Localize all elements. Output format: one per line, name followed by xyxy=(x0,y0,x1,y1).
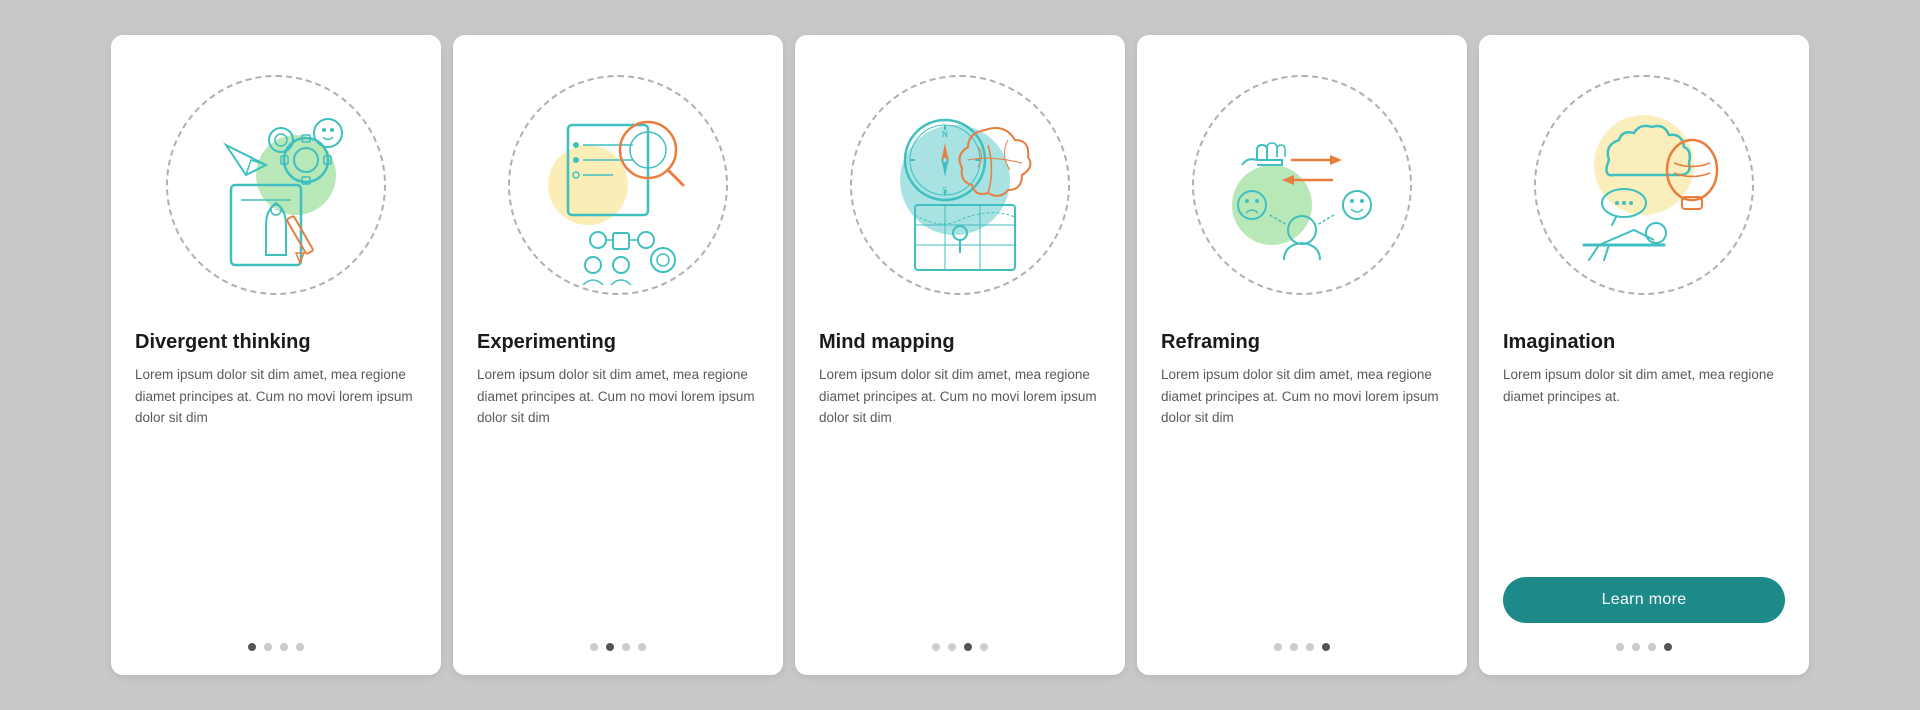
card-2-dots xyxy=(477,643,759,651)
card-4-title: Reframing xyxy=(1161,331,1443,354)
card-4-illustration xyxy=(1172,55,1432,315)
dot-1 xyxy=(1274,643,1282,651)
dot-2 xyxy=(948,643,956,651)
card-5-dots xyxy=(1503,643,1785,651)
card-1-text: Lorem ipsum dolor sit dim amet, mea regi… xyxy=(135,364,417,623)
card-mind-mapping: N S xyxy=(795,35,1125,675)
dot-2 xyxy=(1632,643,1640,651)
card-experimenting: Experimenting Lorem ipsum dolor sit dim … xyxy=(453,35,783,675)
card-4-text: Lorem ipsum dolor sit dim amet, mea regi… xyxy=(1161,364,1443,623)
card-5-illustration xyxy=(1514,55,1774,315)
card-2-text: Lorem ipsum dolor sit dim amet, mea regi… xyxy=(477,364,759,623)
dot-2 xyxy=(606,643,614,651)
svg-text:N: N xyxy=(942,130,948,139)
dot-4 xyxy=(296,643,304,651)
dot-1 xyxy=(1616,643,1624,651)
experimenting-icon xyxy=(518,85,718,285)
dot-2 xyxy=(1290,643,1298,651)
card-1-title: Divergent thinking xyxy=(135,331,417,354)
learn-more-button[interactable]: Learn more xyxy=(1503,577,1785,623)
card-reframing: Reframing Lorem ipsum dolor sit dim amet… xyxy=(1137,35,1467,675)
dot-3 xyxy=(280,643,288,651)
dot-3 xyxy=(964,643,972,651)
card-5-title: Imagination xyxy=(1503,331,1785,354)
svg-text:S: S xyxy=(942,186,947,195)
card-5-text: Lorem ipsum dolor sit dim amet, mea regi… xyxy=(1503,364,1785,561)
cards-container: Divergent thinking Lorem ipsum dolor sit… xyxy=(71,5,1849,705)
dot-3 xyxy=(1648,643,1656,651)
card-3-dots xyxy=(819,643,1101,651)
dot-1 xyxy=(932,643,940,651)
card-imagination: Imagination Lorem ipsum dolor sit dim am… xyxy=(1479,35,1809,675)
card-divergent-thinking: Divergent thinking Lorem ipsum dolor sit… xyxy=(111,35,441,675)
card-2-title: Experimenting xyxy=(477,331,759,354)
mind-mapping-icon: N S xyxy=(860,85,1060,285)
card-4-dots xyxy=(1161,643,1443,651)
divergent-thinking-icon xyxy=(176,85,376,285)
dot-4 xyxy=(638,643,646,651)
card-1-dots xyxy=(135,643,417,651)
imagination-icon xyxy=(1544,85,1744,285)
dot-1 xyxy=(590,643,598,651)
card-1-illustration xyxy=(146,55,406,315)
reframing-icon xyxy=(1202,85,1402,285)
dot-3 xyxy=(622,643,630,651)
dot-3 xyxy=(1306,643,1314,651)
dot-2 xyxy=(264,643,272,651)
card-2-illustration xyxy=(488,55,748,315)
card-3-text: Lorem ipsum dolor sit dim amet, mea regi… xyxy=(819,364,1101,623)
dot-4 xyxy=(1664,643,1672,651)
dot-1 xyxy=(248,643,256,651)
dot-4 xyxy=(1322,643,1330,651)
card-3-title: Mind mapping xyxy=(819,331,1101,354)
dot-4 xyxy=(980,643,988,651)
card-3-illustration: N S xyxy=(830,55,1090,315)
